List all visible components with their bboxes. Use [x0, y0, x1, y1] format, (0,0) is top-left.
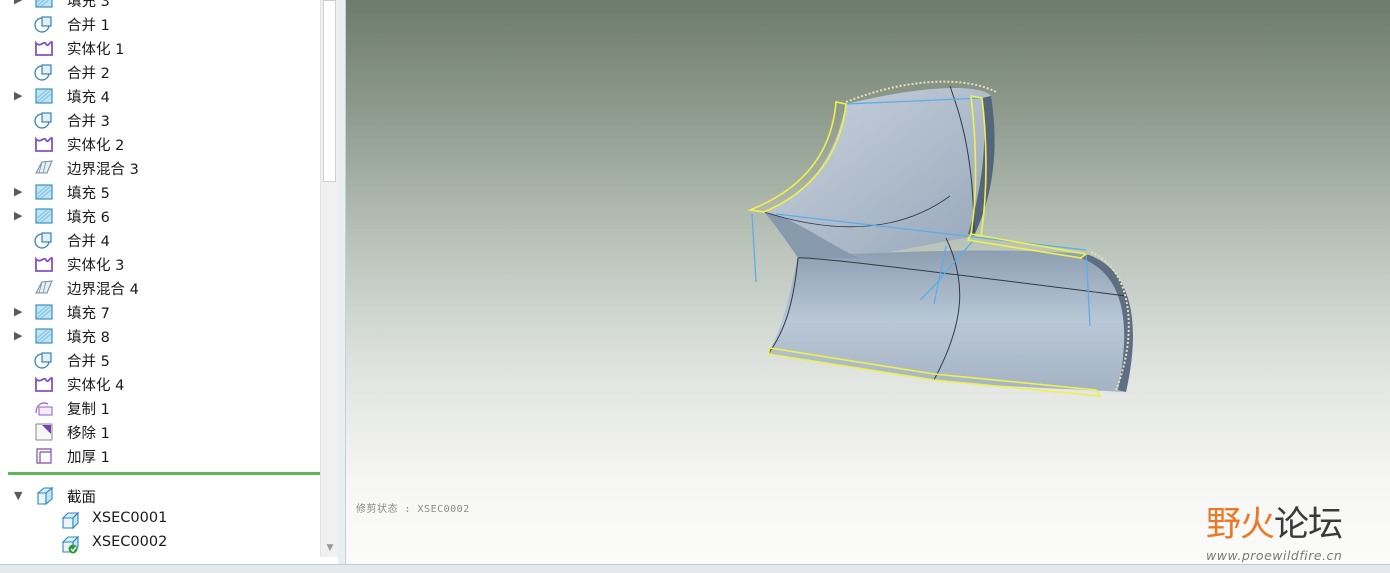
tree-item[interactable]: ▶ 填充 4 — [0, 84, 320, 108]
expand-arrow-icon[interactable]: ▶ — [14, 329, 26, 343]
tree-item[interactable]: 合并 5 — [0, 348, 320, 372]
tree-item[interactable]: ▶ 填充 8 — [0, 324, 320, 348]
tree-item-label: 边界混合 3 — [67, 162, 139, 178]
solidify-icon — [34, 38, 54, 58]
xsec-icon — [60, 510, 80, 530]
tree-item[interactable]: ▶ 填充 5 — [0, 180, 320, 204]
expand-arrow-icon[interactable]: ▶ — [14, 185, 26, 199]
tree-item[interactable]: 合并 3 — [0, 108, 320, 132]
pipe-surface — [768, 250, 1133, 392]
merge-icon — [34, 350, 54, 370]
tree-item-label: XSEC0002 — [92, 534, 168, 550]
tree-item-label: 实体化 3 — [67, 258, 125, 274]
tree-item[interactable]: 边界混合 3 — [0, 156, 320, 180]
bottom-border — [0, 564, 1390, 573]
tree-item[interactable]: 实体化 4 — [0, 372, 320, 396]
tree-item[interactable]: 实体化 3 — [0, 252, 320, 276]
tree-item-label: 实体化 2 — [67, 138, 125, 154]
tree-item[interactable]: 实体化 2 — [0, 132, 320, 156]
tree-item-label: XSEC0001 — [92, 510, 168, 526]
expand-arrow-icon[interactable]: ▶ — [14, 305, 26, 319]
tree-item-xsec[interactable]: XSEC0001 — [0, 508, 320, 532]
tree-item-xsec[interactable]: XSEC0002 — [0, 532, 320, 556]
tree-item[interactable]: ▶ 填充 3 — [0, 0, 320, 12]
tree-item-label: 复制 1 — [67, 402, 110, 418]
tree-item-label: 实体化 4 — [67, 378, 125, 394]
tree-item-label: 合并 4 — [67, 234, 110, 250]
merge-icon — [34, 110, 54, 130]
remove-icon — [34, 422, 54, 442]
fill-icon — [34, 326, 54, 346]
status-text: 修剪状态 : XSEC0002 — [356, 504, 470, 515]
fill-icon — [34, 302, 54, 322]
section-icon — [34, 486, 54, 506]
graphics-viewport[interactable]: 修剪状态 : XSEC0002 野火论坛 www.proewildfire.cn — [346, 0, 1390, 564]
watermark-logo: 野火论坛 — [1206, 505, 1343, 545]
tree-item-label: 截面 — [67, 490, 96, 506]
merge-icon — [34, 230, 54, 250]
tree-item[interactable]: 复制 1 — [0, 396, 320, 420]
thicken-icon — [34, 446, 54, 466]
tree-item-sections[interactable]: ▼ 截面 — [0, 484, 320, 508]
watermark-url: www.proewildfire.cn — [1206, 548, 1343, 563]
tree-item-label: 填充 3 — [67, 0, 110, 10]
copy-icon — [34, 398, 54, 418]
watermark: 野火论坛 www.proewildfire.cn — [1206, 486, 1386, 564]
tree-item-label: 合并 5 — [67, 354, 110, 370]
tree-item-label: 填充 5 — [67, 186, 110, 202]
solidify-icon — [34, 374, 54, 394]
fill-icon — [34, 182, 54, 202]
boundary-blend-icon — [34, 278, 54, 298]
fill-icon — [34, 86, 54, 106]
fill-icon — [34, 0, 54, 10]
panel-sash[interactable] — [338, 0, 346, 564]
tree-item-label: 合并 1 — [67, 18, 110, 34]
tree-item-label: 填充 8 — [67, 330, 110, 346]
tree-item[interactable]: 合并 2 — [0, 60, 320, 84]
tree-scrollbar[interactable]: ▼ — [320, 0, 339, 557]
expand-arrow-icon[interactable]: ▶ — [14, 89, 26, 103]
tree-item-label: 实体化 1 — [67, 42, 125, 58]
tree-item[interactable]: 边界混合 4 — [0, 276, 320, 300]
model-tree: ▶ 填充 3 合并 1 实体化 1 合并 2 ▶ 填充 4 合并 3 实体化 2 边界混合 3 ▶ 填… — [0, 0, 340, 564]
expand-arrow-icon[interactable]: ▶ — [14, 0, 26, 7]
tree-item-label: 填充 6 — [67, 210, 110, 226]
scroll-down-arrow-icon[interactable]: ▼ — [322, 541, 338, 555]
tree-item[interactable]: ▶ 填充 6 — [0, 204, 320, 228]
tree-item-label: 合并 2 — [67, 66, 110, 82]
tree-item[interactable]: 移除 1 — [0, 420, 320, 444]
tree-divider — [8, 472, 320, 475]
tree-item-label: 边界混合 4 — [67, 282, 139, 298]
tree-item-label: 移除 1 — [67, 426, 110, 442]
merge-icon — [34, 62, 54, 82]
tree-item[interactable]: ▶ 填充 7 — [0, 300, 320, 324]
tree-item[interactable]: 实体化 1 — [0, 36, 320, 60]
model-render — [746, 80, 1133, 397]
tree-item[interactable]: 加厚 1 — [0, 444, 320, 468]
boundary-blend-icon — [34, 158, 54, 178]
merge-icon — [34, 14, 54, 34]
tree-item[interactable]: 合并 1 — [0, 12, 320, 36]
tree-item-label: 填充 4 — [67, 90, 110, 106]
solidify-icon — [34, 134, 54, 154]
tree-item[interactable]: 合并 4 — [0, 228, 320, 252]
tree-item-label: 合并 3 — [67, 114, 110, 130]
collapse-arrow-icon[interactable]: ▼ — [14, 489, 26, 503]
tree-item-label: 加厚 1 — [67, 450, 110, 466]
tree-item-label: 填充 7 — [67, 306, 110, 322]
scrollbar-thumb[interactable] — [323, 0, 336, 182]
xsec-active-icon — [60, 534, 80, 554]
fill-icon — [34, 206, 54, 226]
expand-arrow-icon[interactable]: ▶ — [14, 209, 26, 223]
solidify-icon — [34, 254, 54, 274]
